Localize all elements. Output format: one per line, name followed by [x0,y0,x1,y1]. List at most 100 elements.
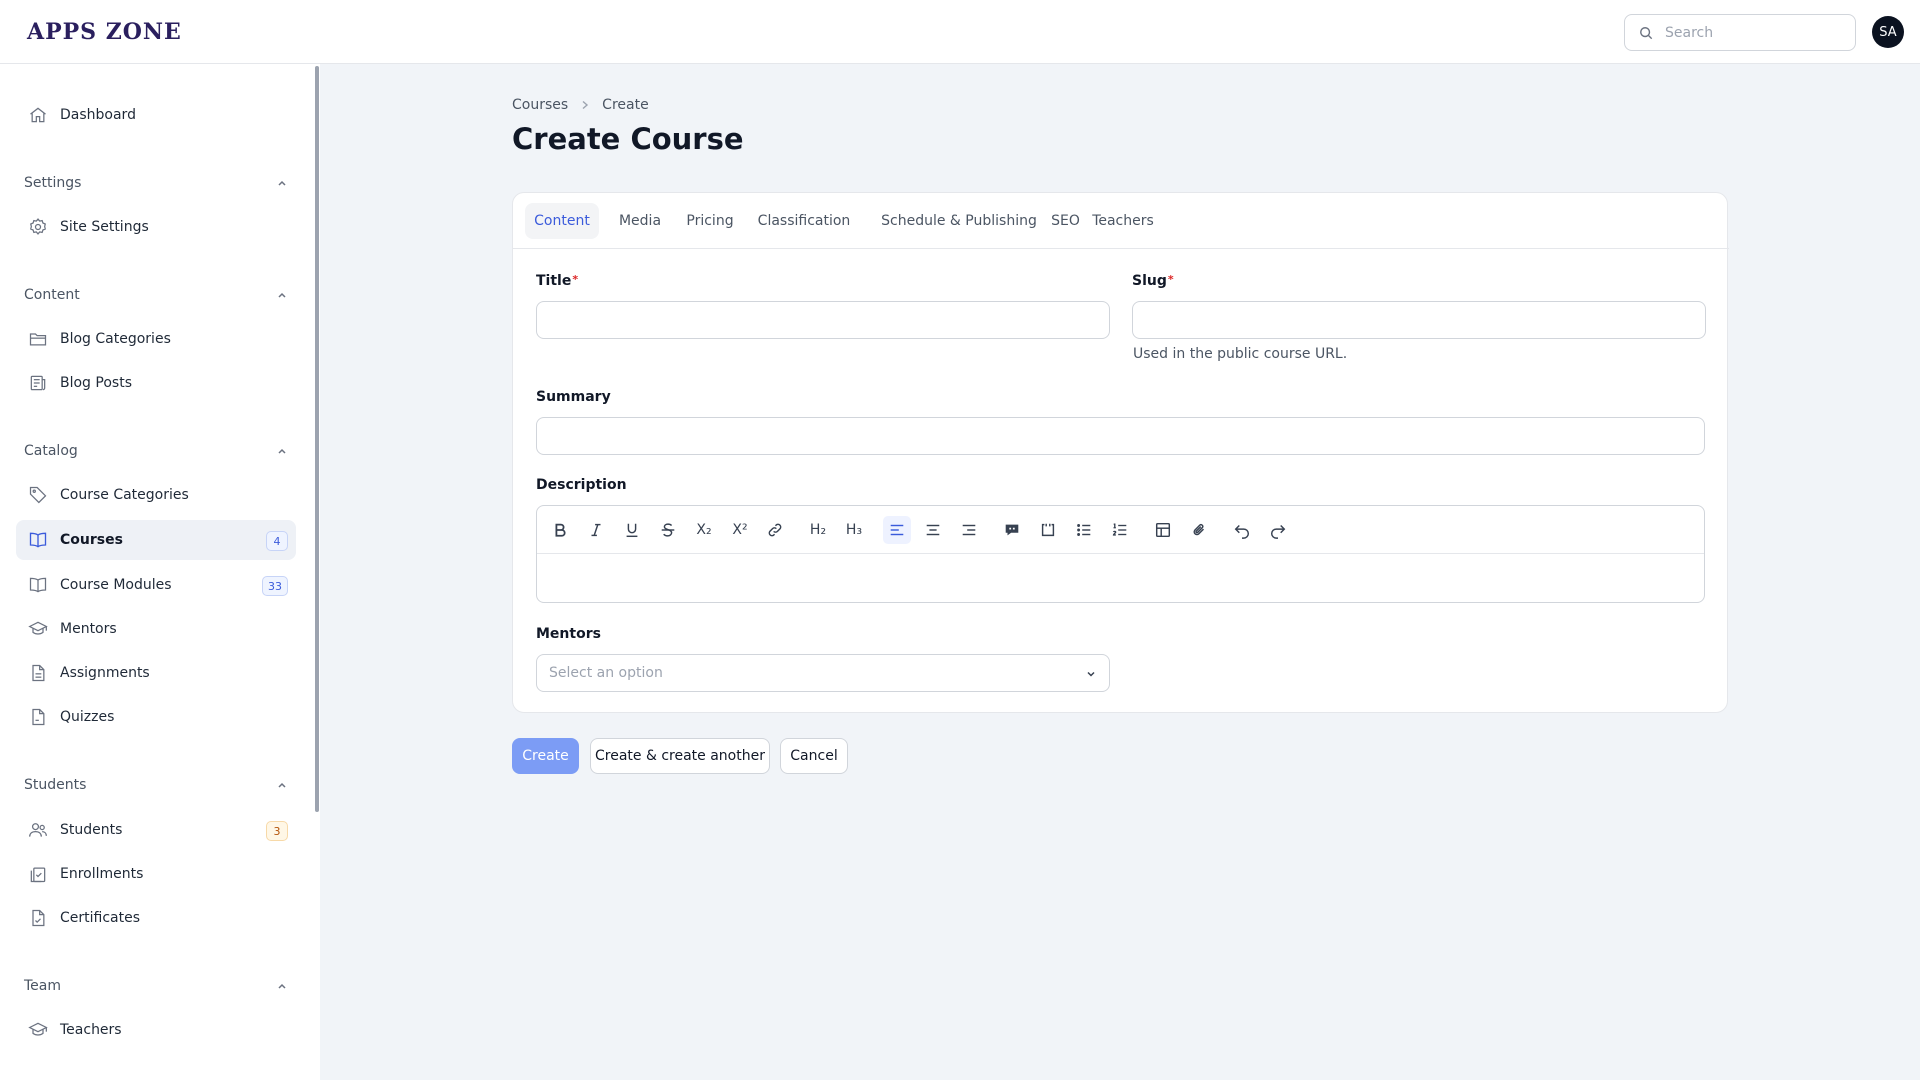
create-and-create-another-button[interactable]: Create & create another [590,738,770,774]
sidebar-item-label: Teachers [60,1022,122,1038]
form-tabs: Content Media Pricing Classification Sch… [513,193,1729,249]
title-input[interactable] [536,301,1110,339]
sidebar-group-settings[interactable]: Settings [24,171,288,195]
mentors-select[interactable]: Select an option [536,654,1110,692]
list-bullet-icon [1077,524,1091,536]
academic-cap-icon [20,609,56,649]
superscript-button[interactable]: X² [726,516,754,544]
tab-content[interactable]: Content [525,203,599,239]
sidebar-item-courses[interactable]: Courses 4 [16,520,296,560]
align-right-icon [962,524,976,536]
slug-hint: Used in the public course URL. [1133,346,1348,362]
sidebar-item-enrollments[interactable]: Enrollments [16,854,296,894]
chevron-up-icon[interactable] [276,289,288,301]
book-open-icon [20,520,56,560]
sidebar-item-course-categories[interactable]: Course Categories [16,475,296,515]
sidebar-item-label: Course Categories [60,487,189,503]
table-button[interactable] [1149,516,1177,544]
sidebar-item-certificates[interactable]: Certificates [16,898,296,938]
underline-button[interactable] [618,516,646,544]
chevron-up-icon[interactable] [276,779,288,791]
sidebar-item-label: Courses [60,532,123,548]
bullet-list-button[interactable] [1070,516,1098,544]
title-label-text: Title [536,273,572,289]
slug-label: Slug* [1132,273,1174,289]
home-icon [20,95,56,135]
strikethrough-button[interactable] [654,516,682,544]
breadcrumb-courses-link[interactable]: Courses [512,97,568,113]
mentors-placeholder: Select an option [549,665,663,681]
chevron-up-icon[interactable] [276,177,288,189]
sidebar-item-blog-posts[interactable]: Blog Posts [16,363,296,403]
chevron-down-icon [1087,671,1095,677]
sidebar-group-catalog[interactable]: Catalog [24,439,288,463]
tab-pricing[interactable]: Pricing [678,203,742,239]
tag-icon [20,475,56,515]
tab-classification[interactable]: Classification [749,203,859,239]
attach-file-button[interactable] [1185,516,1213,544]
align-right-button[interactable] [955,516,983,544]
group-label: Students [24,777,87,793]
create-button[interactable]: Create [512,738,579,774]
chat-bubble-icon [1005,524,1019,536]
bold-icon [555,523,566,537]
blockquote-button[interactable] [998,516,1026,544]
code-icon [1041,523,1055,537]
tab-teachers[interactable]: Teachers [1081,203,1165,239]
breadcrumb-current: Create [602,97,649,113]
align-left-button[interactable] [883,516,911,544]
folder-icon [20,319,56,359]
code-block-button[interactable] [1034,516,1062,544]
sidebar-item-mentors[interactable]: Mentors [16,609,296,649]
sidebar-group-team[interactable]: Team [24,974,288,998]
global-search[interactable] [1624,14,1856,51]
sidebar-item-quizzes[interactable]: Quizzes [16,697,296,737]
sidebar-item-label: Mentors [60,621,117,637]
search-input[interactable] [1665,21,1845,45]
sidebar-group-content[interactable]: Content [24,283,288,307]
bold-button[interactable] [546,516,574,544]
clipboard-check-icon [20,854,56,894]
chevron-up-icon[interactable] [276,445,288,457]
sidebar-item-label: Students [60,822,123,838]
sidebar-item-site-settings[interactable]: Site Settings [16,207,296,247]
tab-media[interactable]: Media [609,203,671,239]
chevron-right-icon [580,100,590,110]
heading-2-button[interactable]: H₂ [804,516,832,544]
app-logo[interactable]: APPS ZONE [27,19,182,45]
heading-3-button[interactable]: H₃ [840,516,868,544]
tab-schedule-publishing[interactable]: Schedule & Publishing [866,203,1052,239]
summary-input[interactable] [536,417,1705,455]
description-rich-editor[interactable]: X₂ X² H₂ H₃ [536,505,1705,603]
mentors-label: Mentors [536,626,601,642]
chevron-up-icon[interactable] [276,980,288,992]
sidebar-item-teachers[interactable]: Teachers [16,1010,296,1050]
sidebar-item-course-modules[interactable]: Course Modules 33 [16,565,296,605]
italic-button[interactable] [582,516,610,544]
subscript-button[interactable]: X₂ [690,516,718,544]
sidebar-item-label: Quizzes [60,709,115,725]
sidebar-scrollbar[interactable] [315,66,319,812]
document-check-icon [20,898,56,938]
link-button[interactable] [761,516,789,544]
required-asterisk: * [1167,273,1174,286]
table-icon [1155,522,1171,538]
redo-button[interactable] [1264,516,1292,544]
sidebar-item-blog-categories[interactable]: Blog Categories [16,319,296,359]
cancel-button[interactable]: Cancel [780,738,848,774]
book-open-icon [20,565,56,605]
align-center-button[interactable] [919,516,947,544]
slug-input[interactable] [1132,301,1706,339]
sidebar-group-students[interactable]: Students [24,773,288,797]
group-label: Catalog [24,443,78,459]
ordered-list-button[interactable] [1106,516,1134,544]
undo-button[interactable] [1228,516,1256,544]
students-count-badge: 3 [266,821,288,841]
align-left-icon [890,524,904,536]
sidebar-item-students[interactable]: Students 3 [16,810,296,850]
sidebar-item-dashboard[interactable]: Dashboard [16,95,296,135]
user-avatar[interactable]: SA [1872,16,1904,48]
sidebar-item-label: Enrollments [60,866,144,882]
sidebar-item-assignments[interactable]: Assignments [16,653,296,693]
sidebar-item-label: Site Settings [60,219,149,235]
